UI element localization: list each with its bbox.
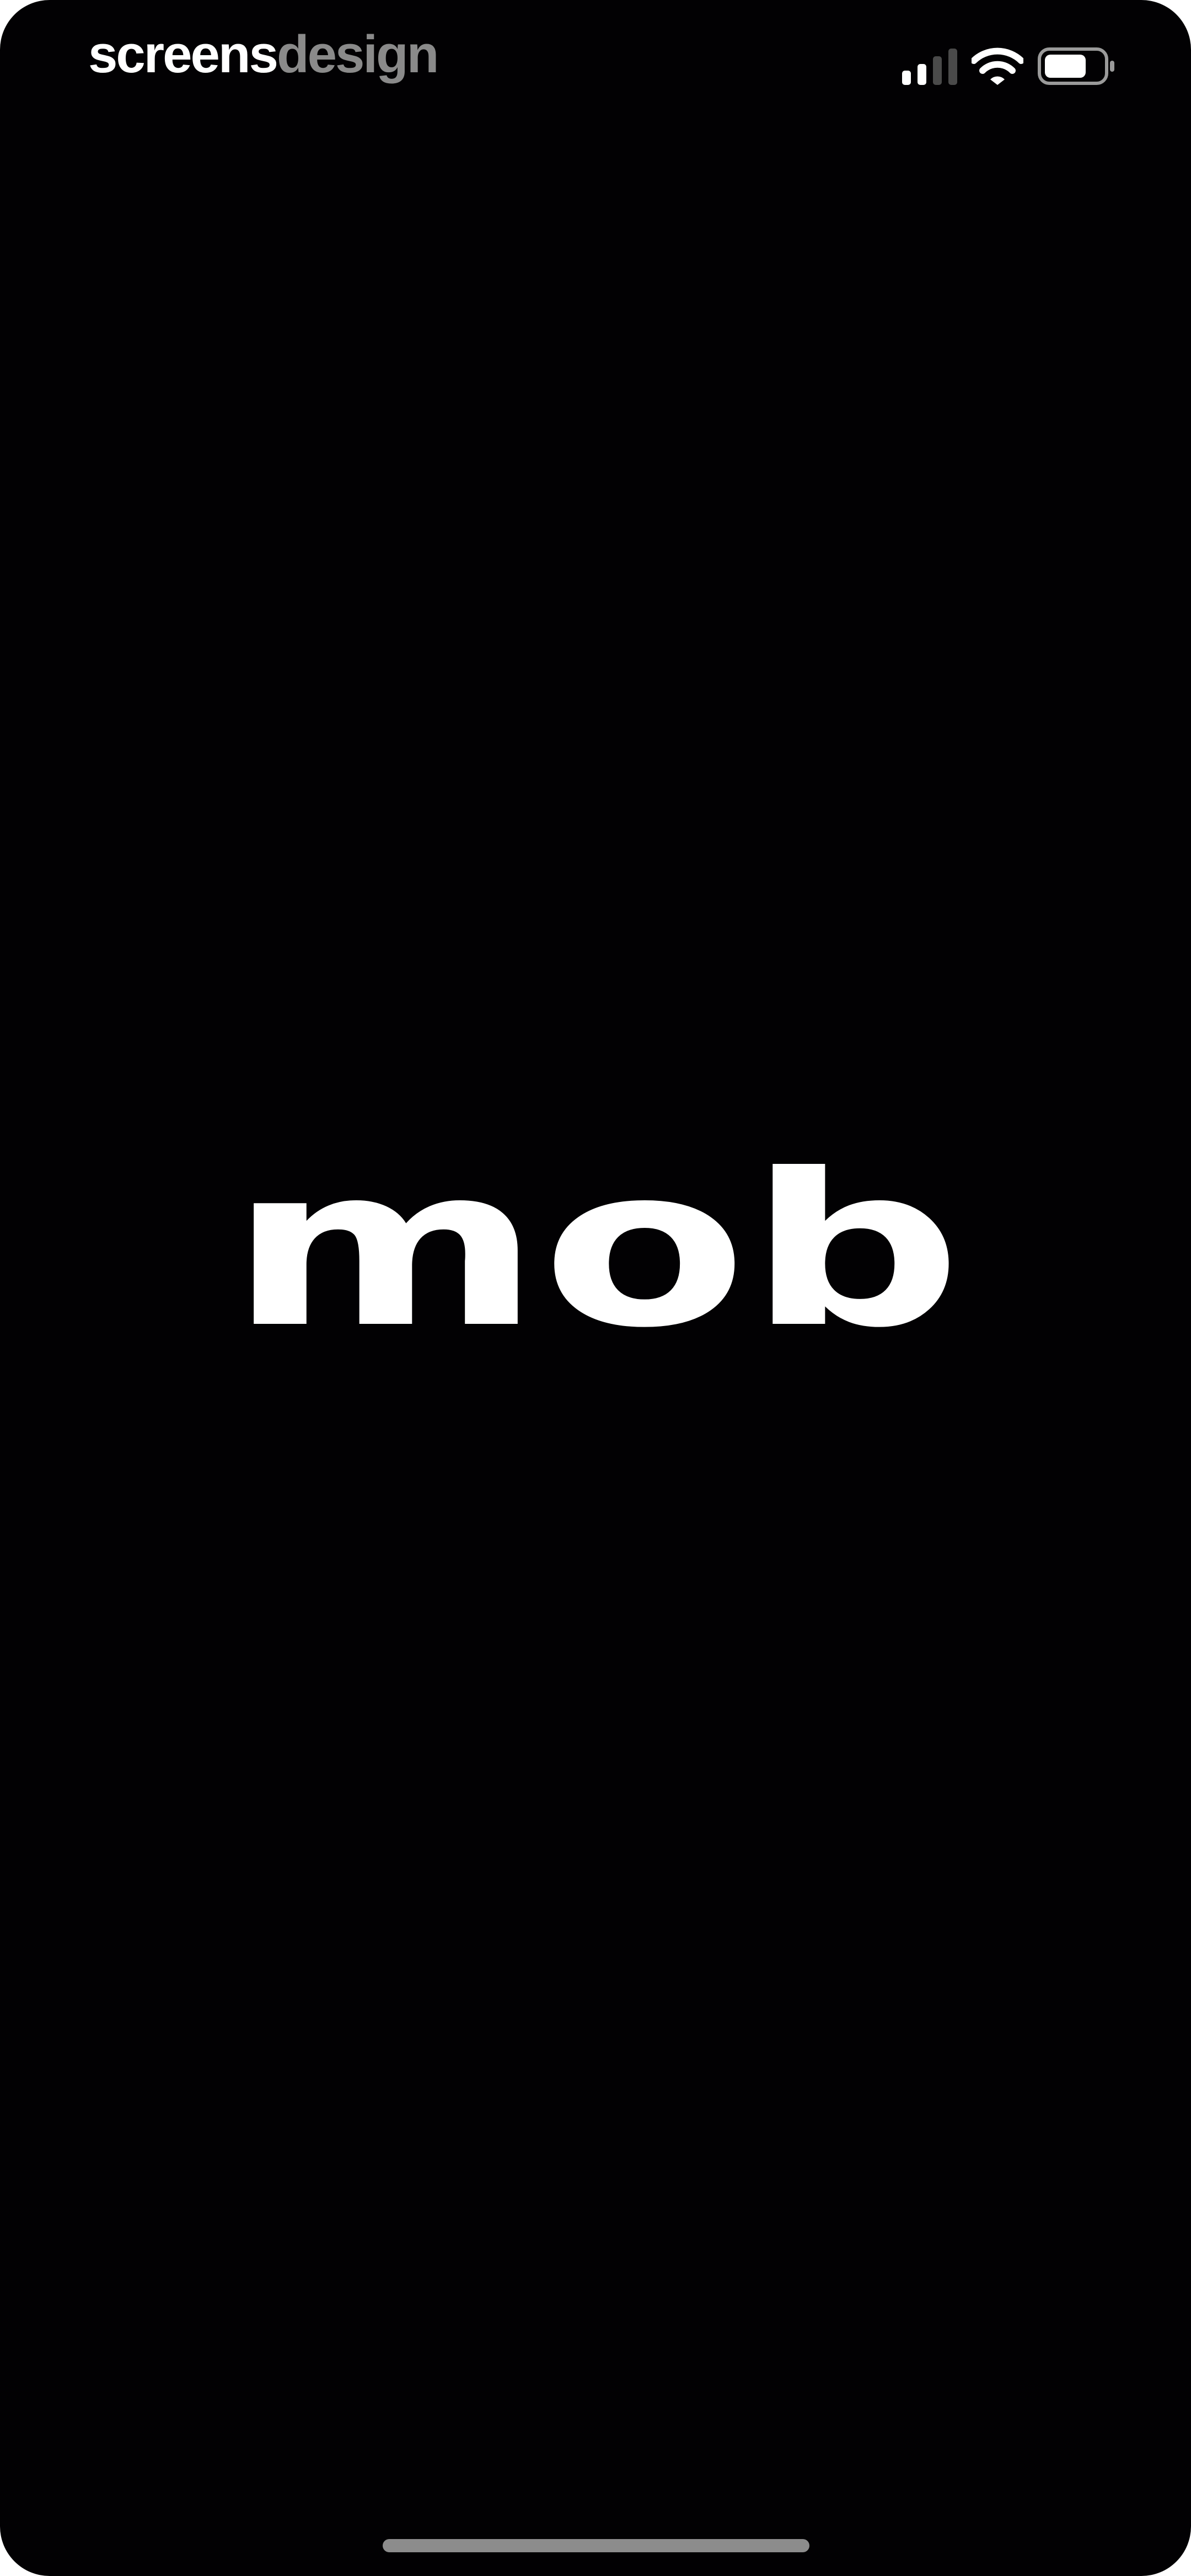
logo-text: mob [229, 1164, 962, 1346]
mob-logo: mob [229, 1164, 962, 1346]
wifi-icon [972, 47, 1023, 85]
watermark-part-design: design [276, 25, 439, 84]
home-indicator[interactable] [383, 2539, 809, 2552]
battery-icon [1038, 47, 1114, 85]
cellular-signal-icon [902, 49, 957, 85]
splash-screen: screensdesign mob [0, 0, 1191, 2576]
screensdesign-watermark: screensdesign [88, 24, 439, 85]
watermark-part-screens: screens [88, 25, 278, 84]
status-bar: screensdesign [0, 0, 1191, 110]
